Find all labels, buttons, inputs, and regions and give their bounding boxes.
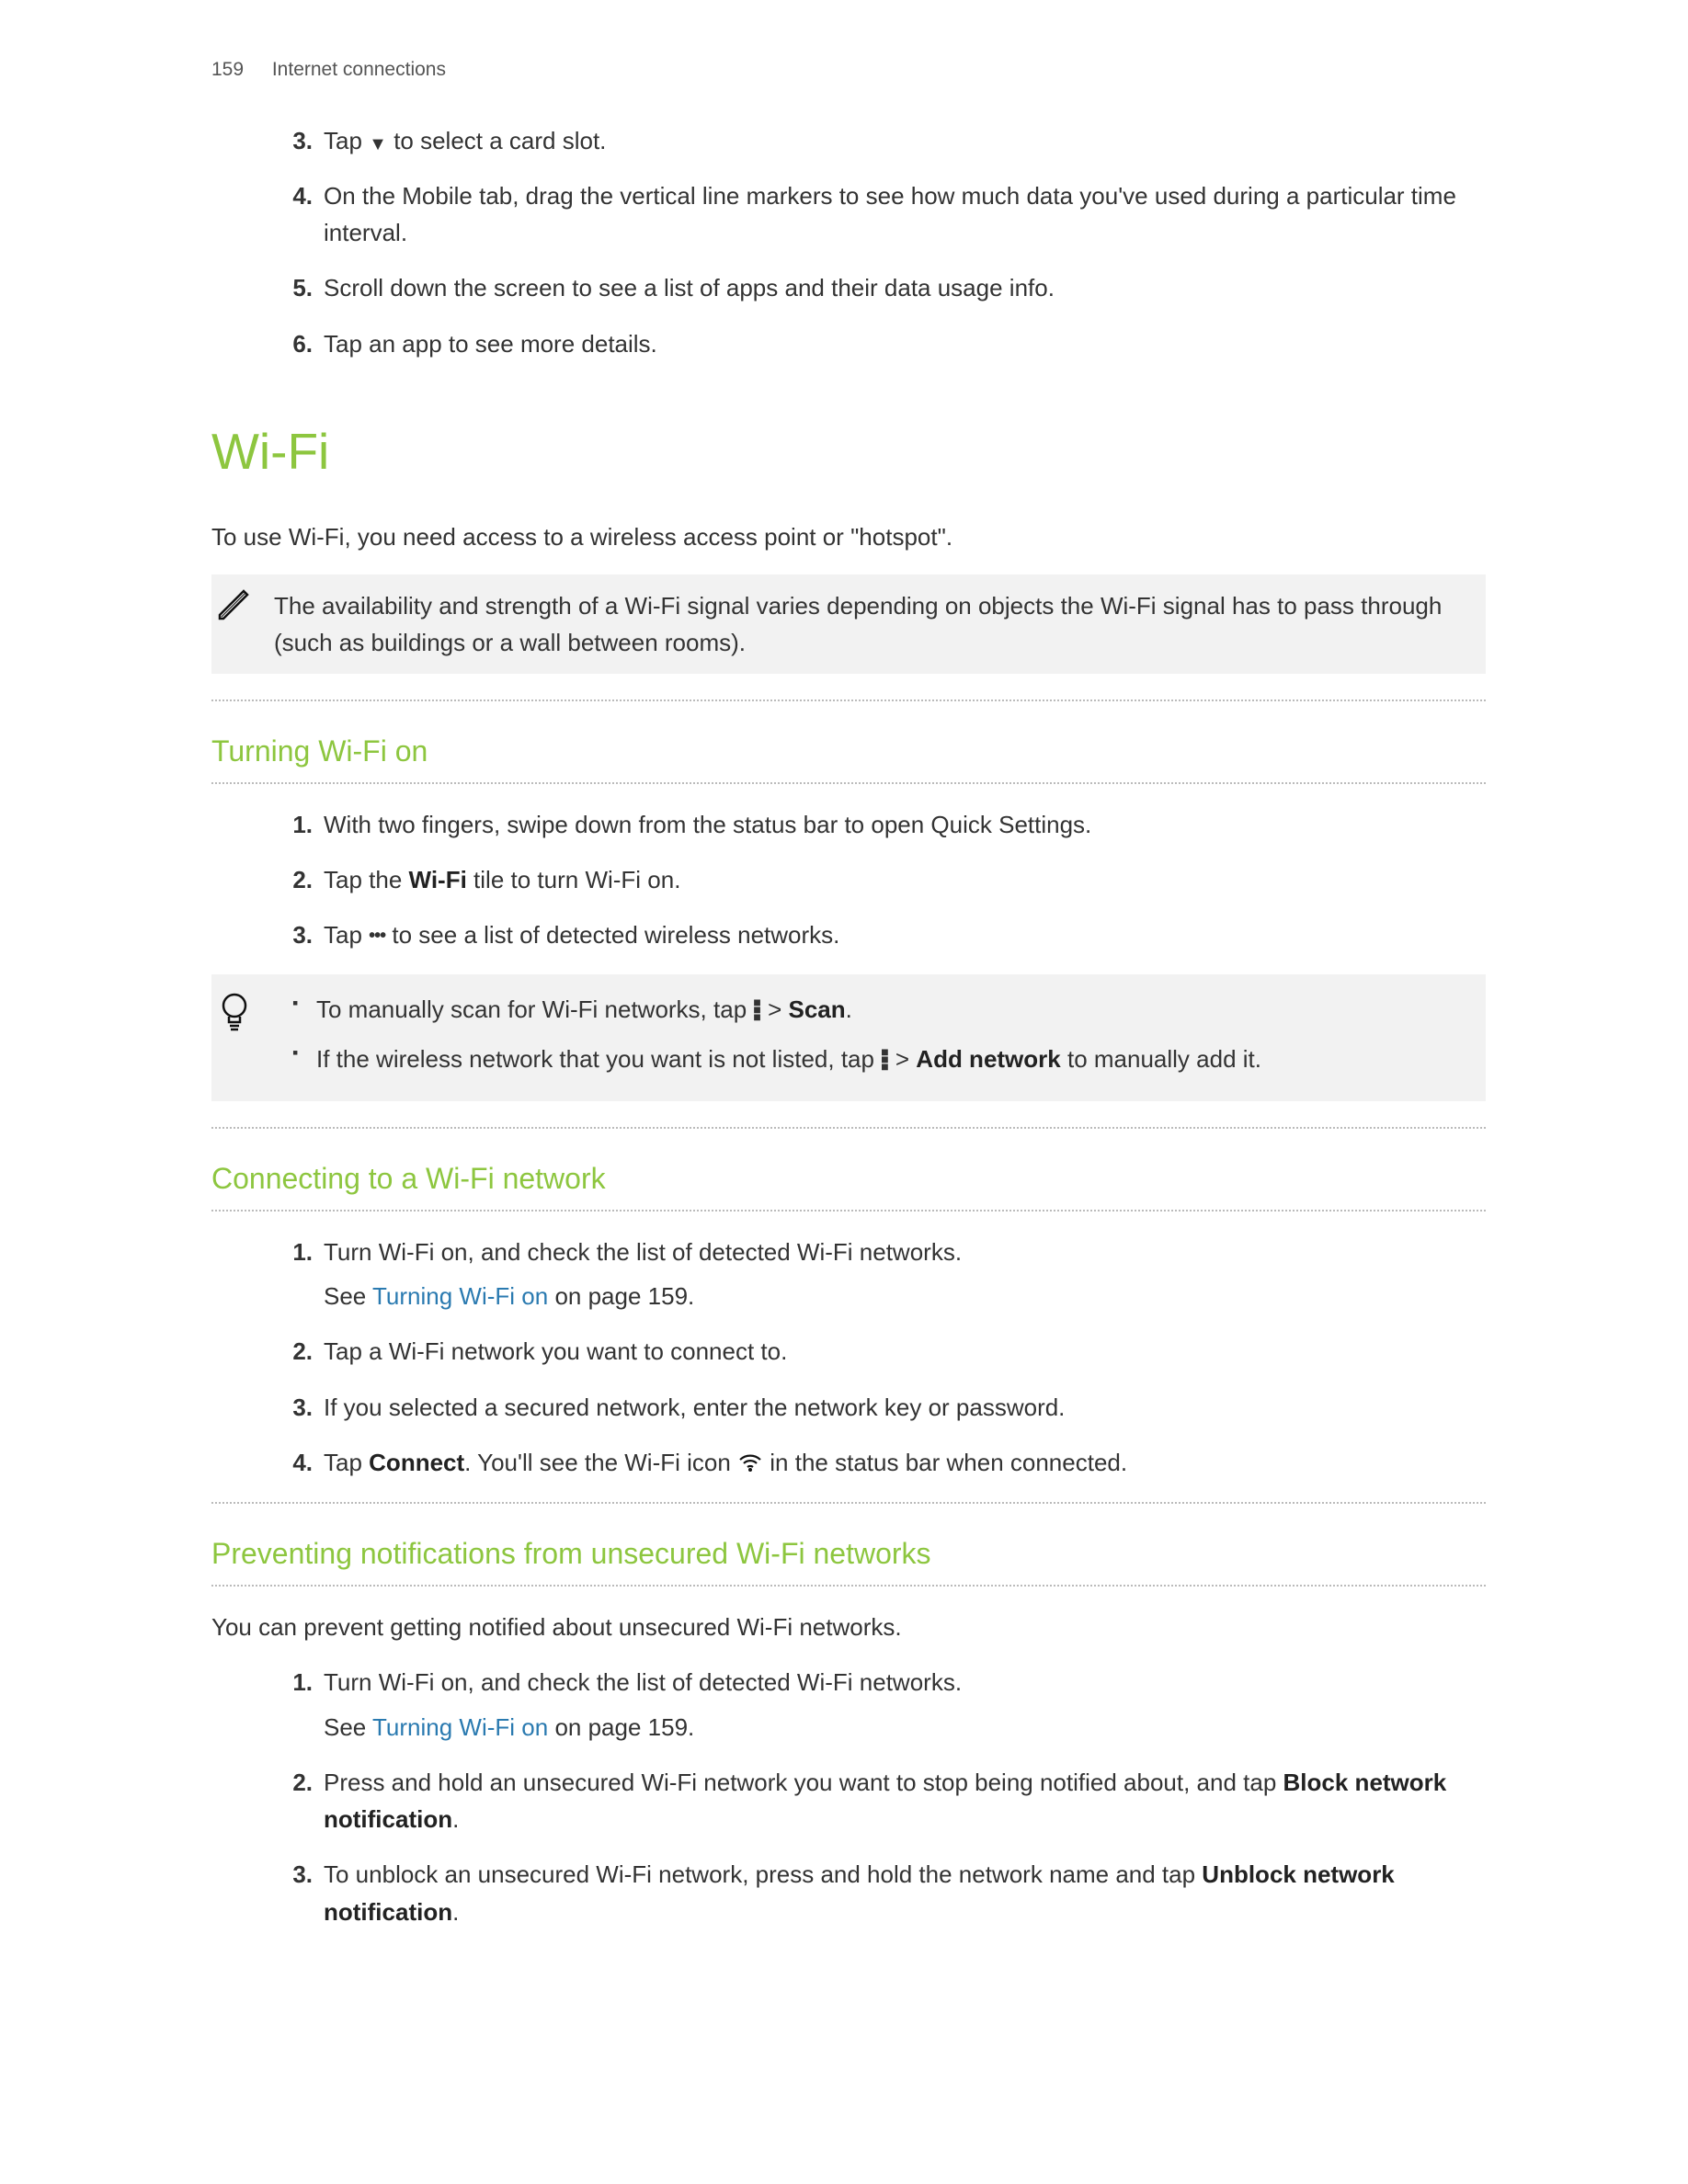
item-text: Turn Wi-Fi on, and check the list of det… — [324, 1664, 1486, 1746]
item-text: With two fingers, swipe down from the st… — [324, 811, 1091, 838]
list-item: 6. Tap an app to see more details. — [276, 325, 1486, 362]
link-turning-wifi-on[interactable]: Turning Wi-Fi on — [372, 1282, 548, 1310]
note-box: The availability and strength of a Wi-Fi… — [211, 574, 1486, 675]
sect3-intro: You can prevent getting notified about u… — [211, 1609, 1486, 1645]
tip-list: To manually scan for Wi-Fi networks, tap… — [292, 991, 1460, 1078]
divider — [211, 1502, 1486, 1504]
list-item: 2. Tap the Wi-Fi tile to turn Wi-Fi on. — [276, 861, 1486, 898]
sect3-list: 1. Turn Wi-Fi on, and check the list of … — [211, 1664, 1486, 1930]
item-text: Press and hold an unsecured Wi-Fi networ… — [324, 1769, 1446, 1833]
list-item: 2. Tap a Wi-Fi network you want to conne… — [276, 1333, 1486, 1370]
list-item: 1. Turn Wi-Fi on, and check the list of … — [276, 1664, 1486, 1746]
section-name: Internet connections — [272, 59, 446, 80]
item-text: To unblock an unsecured Wi-Fi network, p… — [324, 1860, 1395, 1925]
sect2-list: 1. Turn Wi-Fi on, and check the list of … — [211, 1234, 1486, 1484]
dropdown-icon: ▼ — [369, 131, 387, 159]
list-item: 3. Tap ••• to see a list of detected wir… — [276, 916, 1486, 953]
item-number: 4. — [276, 177, 313, 214]
tip-item: To manually scan for Wi-Fi networks, tap… — [292, 991, 1460, 1028]
tip-item: If the wireless network that you want is… — [292, 1041, 1460, 1077]
list-item: 2. Press and hold an unsecured Wi-Fi net… — [276, 1764, 1486, 1838]
divider — [211, 700, 1486, 701]
heading-wifi: Wi-Fi — [211, 413, 1486, 491]
divider — [211, 1127, 1486, 1129]
list-item: 5. Scroll down the screen to see a list … — [276, 269, 1486, 306]
intro-paragraph: To use Wi-Fi, you need access to a wirel… — [211, 518, 1486, 555]
list-item: 3. If you selected a secured network, en… — [276, 1389, 1486, 1426]
item-text: Tap Connect. You'll see the Wi-Fi icon i… — [324, 1449, 1127, 1476]
list-item: 3. To unblock an unsecured Wi-Fi network… — [276, 1856, 1486, 1930]
item-text: Tap ▼ to select a card slot. — [324, 127, 606, 154]
pencil-icon — [207, 584, 262, 634]
item-number: 5. — [276, 269, 313, 306]
item-text: On the Mobile tab, drag the vertical lin… — [324, 182, 1456, 246]
overflow-icon: ■■■ — [753, 998, 760, 1020]
wifi-icon — [737, 1447, 763, 1484]
item-text: If you selected a secured network, enter… — [324, 1393, 1065, 1421]
item-text: Tap a Wi-Fi network you want to connect … — [324, 1337, 787, 1365]
heading-preventing: Preventing notifications from unsecured … — [211, 1531, 1486, 1577]
list-item: 1. Turn Wi-Fi on, and check the list of … — [276, 1234, 1486, 1315]
item-text: Scroll down the screen to see a list of … — [324, 274, 1055, 301]
more-icon: ••• — [369, 922, 385, 950]
list-item: 1. With two fingers, swipe down from the… — [276, 806, 1486, 843]
tip-box: To manually scan for Wi-Fi networks, tap… — [211, 974, 1486, 1102]
overflow-icon: ■■■ — [881, 1048, 888, 1070]
list-item: 3. Tap ▼ to select a card slot. — [276, 122, 1486, 159]
lightbulb-icon — [207, 991, 262, 1045]
item-text: Tap the Wi-Fi tile to turn Wi-Fi on. — [324, 866, 680, 893]
running-header: 159 Internet connections — [211, 55, 1486, 85]
divider — [211, 782, 1486, 784]
note-text: The availability and strength of a Wi-Fi… — [274, 587, 1460, 662]
item-number: 3. — [276, 122, 313, 159]
item-text: Tap ••• to see a list of detected wirele… — [324, 921, 839, 949]
sect1-list: 1. With two fingers, swipe down from the… — [211, 806, 1486, 954]
divider — [211, 1585, 1486, 1587]
heading-connecting: Connecting to a Wi-Fi network — [211, 1156, 1486, 1202]
page-number: 159 — [211, 55, 267, 85]
item-text: Turn Wi-Fi on, and check the list of det… — [324, 1234, 1486, 1315]
item-number: 6. — [276, 325, 313, 362]
link-turning-wifi-on[interactable]: Turning Wi-Fi on — [372, 1713, 548, 1741]
list-item: 4. Tap Connect. You'll see the Wi-Fi ico… — [276, 1444, 1486, 1484]
divider — [211, 1210, 1486, 1211]
list-item: 4. On the Mobile tab, drag the vertical … — [276, 177, 1486, 252]
heading-turning-wifi-on: Turning Wi-Fi on — [211, 729, 1486, 775]
item-text: Tap an app to see more details. — [324, 330, 657, 358]
page-content: 159 Internet connections 3. Tap ▼ to sel… — [0, 0, 1688, 2059]
top-ordered-list: 3. Tap ▼ to select a card slot. 4. On th… — [211, 122, 1486, 362]
